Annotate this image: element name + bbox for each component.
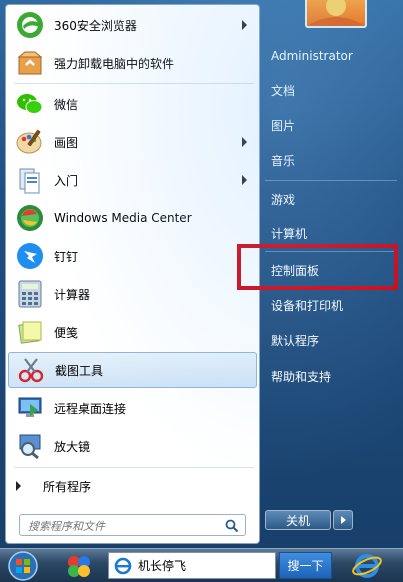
start-orb-icon[interactable] (5, 550, 41, 581)
separator (265, 180, 397, 181)
separator (14, 83, 254, 84)
chevron-right-icon (340, 516, 346, 524)
search-icon[interactable] (225, 519, 239, 533)
program-item-getting-started[interactable]: 入门 (8, 162, 257, 198)
program-label: Windows Media Center (54, 211, 192, 225)
pictures-link[interactable]: 图片 (265, 110, 395, 140)
program-label: 便笺 (54, 325, 79, 340)
search-box[interactable] (19, 514, 246, 536)
program-item-magnifier[interactable]: 放大镜 (8, 428, 257, 464)
submenu-arrow-icon (242, 20, 247, 30)
link-label: 文档 (271, 83, 296, 98)
program-item-media-center[interactable]: Windows Media Center (8, 200, 257, 236)
360-safe-icon[interactable] (62, 551, 96, 580)
media-center-icon (14, 202, 46, 234)
link-label: 默认程序 (271, 333, 320, 348)
wechat-icon (14, 88, 46, 120)
360-browser-icon (14, 9, 46, 41)
program-label: 入门 (54, 173, 79, 188)
program-label: 微信 (54, 97, 79, 112)
paint-icon (14, 126, 46, 158)
expand-arrow-icon (16, 481, 21, 491)
user-picture[interactable] (305, 0, 367, 28)
internet-explorer-icon[interactable] (350, 551, 384, 580)
taskbar: 机长停飞 搜一下 (0, 548, 403, 582)
calculator-icon (14, 278, 46, 310)
magnifier-icon (14, 430, 46, 462)
games-link[interactable]: 游戏 (265, 184, 395, 214)
shutdown-options-button[interactable] (333, 510, 353, 530)
taskbar-window-label: 机长停飞 (138, 559, 187, 573)
program-item-remote-desktop[interactable]: 远程桌面连接 (8, 390, 257, 426)
devices-and-printers-link[interactable]: 设备和打印机 (265, 290, 395, 320)
program-label: 画图 (54, 135, 79, 150)
highlight-box (237, 244, 398, 290)
program-item-sticky-notes[interactable]: 便笺 (8, 314, 257, 350)
program-label: 360安全浏览器 (54, 18, 137, 33)
program-item-dingtalk[interactable]: 钉钉 (8, 238, 257, 274)
search-go-button[interactable]: 搜一下 (279, 552, 332, 579)
program-label: 放大镜 (54, 439, 91, 454)
taskbar-window-button[interactable]: 机长停飞 (108, 552, 276, 579)
shutdown-button[interactable]: 关机 (265, 510, 331, 530)
documents-link[interactable]: 文档 (265, 75, 395, 105)
default-programs-link[interactable]: 默认程序 (265, 325, 395, 355)
all-programs-button[interactable]: 所有程序 (16, 476, 91, 496)
link-label: 帮助和支持 (271, 369, 332, 384)
programs-panel: 360安全浏览器 强力卸载电脑中的软件 微信 画图 入门 Windows Med… (5, 4, 260, 544)
link-label: 音乐 (271, 153, 296, 168)
program-label: 远程桌面连接 (54, 401, 127, 416)
program-label: 计算器 (54, 287, 91, 302)
program-item-wechat[interactable]: 微信 (8, 86, 257, 122)
ie-icon (114, 557, 132, 574)
shutdown-label: 关机 (285, 513, 310, 528)
all-programs-label: 所有程序 (43, 479, 92, 494)
link-label: 计算机 (271, 226, 308, 241)
link-label: 设备和打印机 (271, 298, 344, 313)
uninstaller-icon (14, 47, 46, 79)
link-label: 图片 (271, 118, 296, 133)
program-item-snipping-tool[interactable]: 截图工具 (8, 352, 257, 388)
search-input[interactable] (26, 516, 225, 536)
remote-desktop-icon (14, 392, 46, 424)
program-item-paint[interactable]: 画图 (8, 124, 257, 160)
getting-started-icon (14, 164, 46, 196)
snipping-tool-icon (15, 354, 47, 386)
link-label: 游戏 (271, 192, 296, 207)
program-item-uninstaller[interactable]: 强力卸载电脑中的软件 (8, 45, 257, 81)
music-link[interactable]: 音乐 (265, 145, 395, 175)
program-item-calculator[interactable]: 计算器 (8, 276, 257, 312)
submenu-arrow-icon (242, 175, 247, 185)
user-name-link[interactable]: Administrator (265, 41, 395, 71)
link-label: Administrator (271, 49, 353, 63)
program-label: 钉钉 (54, 249, 79, 264)
submenu-arrow-icon (242, 137, 247, 147)
separator (14, 467, 254, 468)
program-item-360-browser[interactable]: 360安全浏览器 (8, 7, 257, 43)
sticky-notes-icon (14, 316, 46, 348)
program-label: 强力卸载电脑中的软件 (54, 56, 175, 71)
search-go-label: 搜一下 (287, 559, 324, 573)
start-menu: 360安全浏览器 强力卸载电脑中的软件 微信 画图 入门 Windows Med… (0, 0, 403, 548)
program-label: 截图工具 (55, 363, 104, 378)
help-and-support-link[interactable]: 帮助和支持 (265, 361, 395, 391)
dingtalk-icon (14, 240, 46, 272)
